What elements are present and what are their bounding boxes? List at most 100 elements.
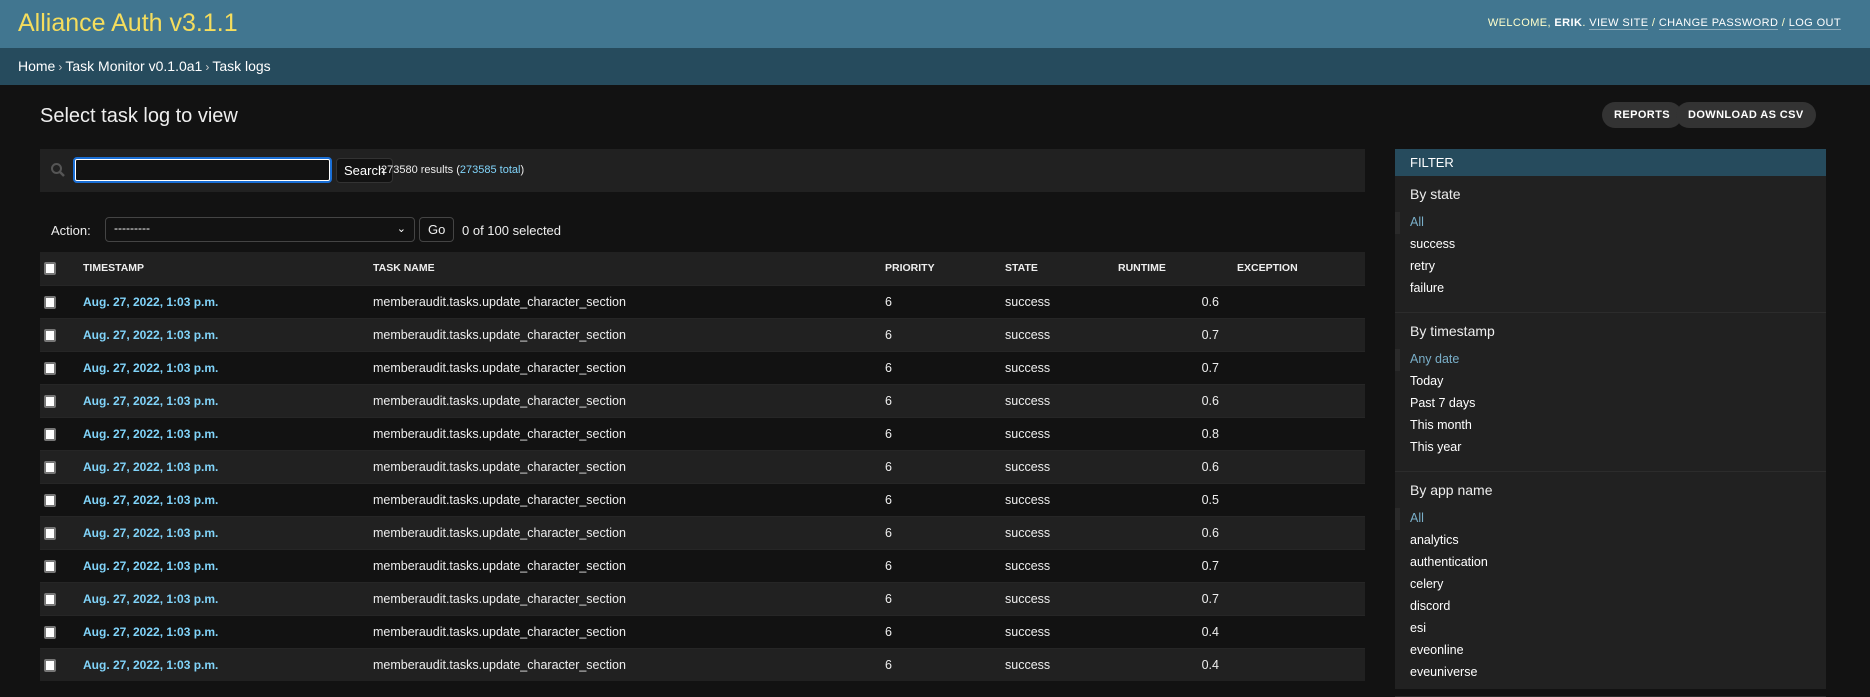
filter-option[interactable]: eveuniverse [1395, 662, 1826, 684]
row-checkbox[interactable] [44, 328, 56, 342]
filter-option[interactable]: All [1395, 212, 1826, 234]
row-checkbox[interactable] [44, 295, 56, 309]
search-input[interactable] [73, 157, 332, 183]
runtime: 0.8 [1118, 416, 1237, 450]
runtime: 0.7 [1118, 317, 1237, 351]
timestamp-link[interactable]: Aug. 27, 2022, 1:03 p.m. [83, 592, 218, 606]
task-name: memberaudit.tasks.update_character_secti… [373, 647, 885, 681]
change-password-link[interactable]: CHANGE PASSWORD [1658, 17, 1779, 30]
row-checkbox[interactable] [44, 460, 56, 474]
breadcrumb-home[interactable]: Home [18, 58, 55, 74]
timestamp-link[interactable]: Aug. 27, 2022, 1:03 p.m. [83, 394, 218, 408]
column-timestamp[interactable]: TIMESTAMP [83, 252, 373, 285]
filter-option[interactable]: All [1395, 508, 1826, 530]
table-row: Aug. 27, 2022, 1:03 p.m. memberaudit.tas… [40, 284, 1365, 318]
timestamp-link[interactable]: Aug. 27, 2022, 1:03 p.m. [83, 559, 218, 573]
runtime: 0.7 [1118, 350, 1237, 384]
row-checkbox[interactable] [44, 526, 56, 540]
row-checkbox[interactable] [44, 493, 56, 507]
filter-option[interactable]: celery [1395, 574, 1826, 596]
total-link[interactable]: 273585 total [460, 164, 521, 176]
filter-option[interactable]: This month [1395, 415, 1826, 437]
state: success [1005, 581, 1118, 615]
filter-option[interactable]: This year [1395, 437, 1826, 459]
timestamp-link[interactable]: Aug. 27, 2022, 1:03 p.m. [83, 493, 218, 507]
runtime: 0.6 [1118, 383, 1237, 417]
timestamp-link[interactable]: Aug. 27, 2022, 1:03 p.m. [83, 625, 218, 639]
select-all-checkbox[interactable] [44, 261, 56, 275]
row-checkbox[interactable] [44, 625, 56, 639]
exception [1237, 284, 1365, 318]
column-runtime[interactable]: RUNTIME [1118, 252, 1237, 285]
site-brand[interactable]: Alliance Auth v3.1.1 [18, 9, 238, 38]
filter-option[interactable]: success [1395, 234, 1826, 256]
column-task-name[interactable]: TASK NAME [373, 252, 885, 285]
state: success [1005, 317, 1118, 351]
table-row: Aug. 27, 2022, 1:03 p.m. memberaudit.tas… [40, 614, 1365, 648]
timestamp-link[interactable]: Aug. 27, 2022, 1:03 p.m. [83, 658, 218, 672]
runtime: 0.7 [1118, 581, 1237, 615]
state: success [1005, 515, 1118, 549]
column-state[interactable]: STATE [1005, 252, 1118, 285]
breadcrumb: Home › Task Monitor v0.1.0a1 › Task logs [0, 48, 1870, 85]
log-out-link[interactable]: LOG OUT [1788, 17, 1841, 30]
task-name: memberaudit.tasks.update_character_secti… [373, 515, 885, 549]
timestamp-link[interactable]: Aug. 27, 2022, 1:03 p.m. [83, 526, 218, 540]
table-row: Aug. 27, 2022, 1:03 p.m. memberaudit.tas… [40, 548, 1365, 582]
timestamp-link[interactable]: Aug. 27, 2022, 1:03 p.m. [83, 460, 218, 474]
action-select[interactable]: --------- ⌄ [105, 217, 415, 242]
priority: 6 [885, 482, 1005, 516]
row-checkbox[interactable] [44, 592, 56, 606]
filter-option[interactable]: eveonline [1395, 640, 1826, 662]
runtime: 0.6 [1118, 515, 1237, 549]
filter-option[interactable]: discord [1395, 596, 1826, 618]
task-name: memberaudit.tasks.update_character_secti… [373, 482, 885, 516]
priority: 6 [885, 581, 1005, 615]
filter-group-title: By app name [1410, 482, 1493, 498]
column-exception[interactable]: EXCEPTION [1237, 252, 1365, 285]
filter-option[interactable]: Today [1395, 371, 1826, 393]
state: success [1005, 383, 1118, 417]
user-tools: WELCOME, ERIK. VIEW SITE / CHANGE PASSWO… [1487, 17, 1841, 30]
filter-group-title: By state [1410, 186, 1461, 202]
exception [1237, 350, 1365, 384]
runtime: 0.4 [1118, 647, 1237, 681]
timestamp-link[interactable]: Aug. 27, 2022, 1:03 p.m. [83, 328, 218, 342]
filter-option[interactable]: retry [1395, 256, 1826, 278]
row-checkbox[interactable] [44, 427, 56, 441]
timestamp-link[interactable]: Aug. 27, 2022, 1:03 p.m. [83, 361, 218, 375]
filter-option[interactable]: Any date [1395, 349, 1826, 371]
results-text: 273580 results ( [381, 164, 460, 176]
runtime: 0.7 [1118, 548, 1237, 582]
exception [1237, 647, 1365, 681]
filter-option[interactable]: Past 7 days [1395, 393, 1826, 415]
exception [1237, 449, 1365, 483]
priority: 6 [885, 449, 1005, 483]
task-name: memberaudit.tasks.update_character_secti… [373, 350, 885, 384]
action-selected-value: --------- [114, 221, 150, 235]
results-table: TIMESTAMP TASK NAME PRIORITY STATE RUNTI… [40, 252, 1365, 681]
priority: 6 [885, 317, 1005, 351]
state: success [1005, 647, 1118, 681]
download-csv-button[interactable]: DOWNLOAD AS CSV [1676, 102, 1816, 128]
filter-option[interactable]: failure [1395, 278, 1826, 300]
go-button[interactable]: Go [419, 217, 455, 242]
row-checkbox[interactable] [44, 361, 56, 375]
task-name: memberaudit.tasks.update_character_secti… [373, 416, 885, 450]
reports-button[interactable]: REPORTS [1602, 102, 1682, 128]
view-site-link[interactable]: VIEW SITE [1589, 17, 1649, 30]
task-name: memberaudit.tasks.update_character_secti… [373, 548, 885, 582]
row-checkbox[interactable] [44, 559, 56, 573]
filter-option[interactable]: authentication [1395, 552, 1826, 574]
timestamp-link[interactable]: Aug. 27, 2022, 1:03 p.m. [83, 295, 218, 309]
filter-option[interactable]: esi [1395, 618, 1826, 640]
exception [1237, 548, 1365, 582]
filter-option[interactable]: analytics [1395, 530, 1826, 552]
column-priority[interactable]: PRIORITY [885, 252, 1005, 285]
filter-options: All success retry failure [1395, 206, 1826, 313]
row-checkbox[interactable] [44, 658, 56, 672]
priority: 6 [885, 647, 1005, 681]
breadcrumb-app[interactable]: Task Monitor v0.1.0a1 [65, 58, 202, 74]
row-checkbox[interactable] [44, 394, 56, 408]
timestamp-link[interactable]: Aug. 27, 2022, 1:03 p.m. [83, 427, 218, 441]
